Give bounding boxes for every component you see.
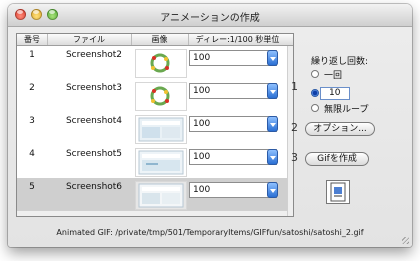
wreath-thumbnail-icon [150,86,170,106]
wreath-thumbnail-icon [150,53,170,73]
table-row[interactable]: 3 Screenshot4 100 [17,112,293,145]
table-row[interactable]: 5 Screenshot6 100 [17,178,293,211]
frame-file-name: Screenshot5 [65,149,123,159]
repeat-count-label: 繰り返し回数: [311,57,369,67]
frame-thumbnail [135,82,187,111]
delay-field[interactable]: 100 [189,116,277,132]
step-number-3: 3 [291,151,298,164]
step-number-1: 1 [291,80,298,93]
delay-popup-button[interactable] [267,83,278,99]
delay-field[interactable]: 100 [189,149,277,165]
app-window: アニメーションの作成 番号 ファイル 画像 ディレー:1/100 秒単位 1 S… [8,4,412,247]
window-title: アニメーションの作成 [160,13,260,24]
table-header: 番号 ファイル 画像 ディレー:1/100 秒単位 [17,34,293,46]
radio-infinite-loop[interactable] [311,104,319,112]
frame-number: 1 [29,50,35,60]
frame-thumbnail [135,181,187,210]
options-button[interactable]: オプション... [305,122,375,136]
radio-infinite-loop-label: 無限ループ [324,105,369,115]
gif-document-icon [330,182,346,202]
frame-file-name: Screenshot4 [65,116,123,126]
radio-once[interactable] [311,70,319,78]
gif-file-icon[interactable] [326,180,350,204]
table-row[interactable]: 4 Screenshot5 100 [17,145,293,178]
frame-number: 4 [29,149,35,159]
window-screenshot-icon [138,150,184,175]
title-bar: アニメーションの作成 [8,4,412,27]
frame-number: 5 [29,182,35,192]
delay-popup-button[interactable] [267,182,278,198]
header-image[interactable]: 画像 [131,34,189,45]
delay-field[interactable]: 100 [189,182,277,198]
delay-popup-button[interactable] [267,149,278,165]
frame-thumbnail [135,115,187,144]
radio-count[interactable] [311,89,319,97]
delay-popup-button[interactable] [267,50,278,66]
header-file[interactable]: ファイル [47,34,132,45]
frame-number: 2 [29,83,35,93]
frame-file-name: Screenshot2 [65,50,123,60]
frame-thumbnail [135,49,187,78]
frames-table: 番号 ファイル 画像 ディレー:1/100 秒単位 1 Screenshot2 … [16,33,294,217]
frame-file-name: Screenshot6 [65,182,123,192]
header-delay[interactable]: ディレー:1/100 秒単位 [188,34,287,45]
header-number[interactable]: 番号 [17,34,48,45]
table-row[interactable]: 1 Screenshot2 100 [17,46,293,79]
frame-file-name: Screenshot3 [65,83,123,93]
create-gif-button[interactable]: Gifを作成 [305,152,369,166]
delay-field[interactable]: 100 [189,83,277,99]
window-screenshot-icon [138,117,184,142]
status-path: Animated GIF: /private/tmp/501/Temporary… [56,228,364,237]
radio-once-label: 一回 [324,71,343,81]
resize-grip[interactable] [402,237,409,244]
table-row[interactable]: 2 Screenshot3 100 [17,79,293,112]
delay-popup-button[interactable] [267,116,278,132]
delay-field[interactable]: 100 [189,50,277,66]
horizontal-scrollbar[interactable] [17,210,287,216]
step-number-2: 2 [291,121,298,134]
frame-thumbnail [135,148,187,177]
repeat-count-field[interactable]: 10 [320,87,350,100]
frame-number: 3 [29,116,35,126]
window-screenshot-icon [138,183,184,208]
